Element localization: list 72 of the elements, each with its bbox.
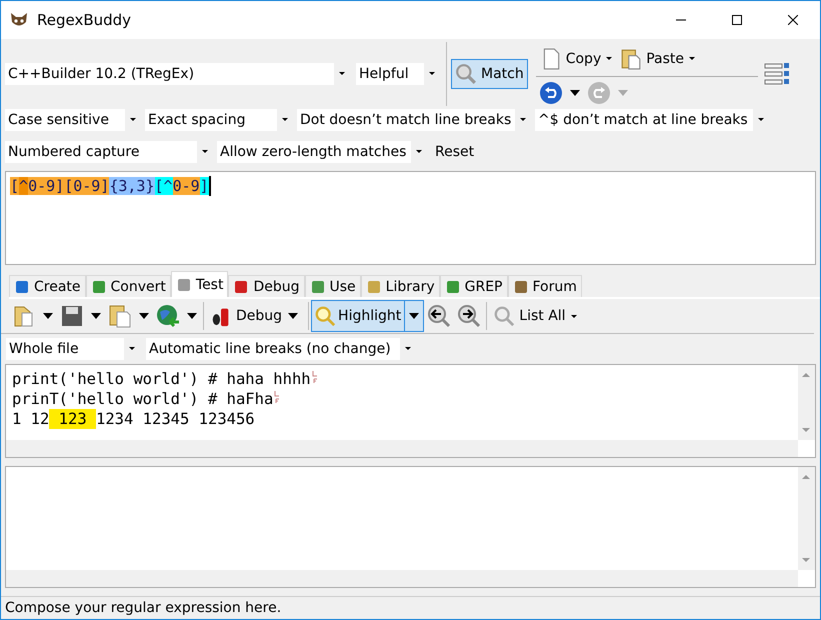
clipboard-icon xyxy=(620,48,642,70)
window-title: RegexBuddy xyxy=(37,11,132,29)
tab-icon xyxy=(176,276,192,292)
list-all-button[interactable]: List All xyxy=(489,301,581,331)
save-icon[interactable] xyxy=(60,304,84,328)
dropdown-arrow-icon[interactable] xyxy=(187,313,197,319)
previous-match-icon[interactable] xyxy=(427,304,452,328)
test-text: prinT('hello world') # haFha xyxy=(12,389,274,409)
tab-icon xyxy=(444,278,461,294)
tab-icon xyxy=(233,278,250,294)
caret-icon xyxy=(409,313,420,319)
scope-dropdown[interactable]: Whole file xyxy=(6,338,140,360)
undo-dropdown-icon[interactable] xyxy=(570,90,580,96)
search-icon xyxy=(493,305,516,327)
close-icon[interactable] xyxy=(788,15,798,25)
regex-token: 0-9] xyxy=(28,177,64,195)
tab-icon xyxy=(90,278,107,294)
tab-icon xyxy=(512,278,528,294)
vertical-scrollbar[interactable] xyxy=(798,467,815,570)
dropdown-arrow-icon[interactable] xyxy=(43,313,53,319)
vertical-scrollbar[interactable] xyxy=(798,365,815,440)
search-icon xyxy=(455,63,477,85)
regex-token: {3,3} xyxy=(109,177,154,195)
tab-icon xyxy=(14,278,30,294)
tab[interactable]: Test xyxy=(170,271,228,297)
tab[interactable]: GREP xyxy=(440,275,508,297)
checklist-icon[interactable] xyxy=(764,62,790,86)
status-text: Compose your regular expression here. xyxy=(5,600,282,616)
regex-token: [^ xyxy=(154,177,173,195)
test-text: print('hello world') # haha hhhh xyxy=(12,369,311,389)
tab[interactable]: Convert xyxy=(86,275,171,297)
globe-icon[interactable] xyxy=(156,304,180,328)
tab[interactable]: Use xyxy=(304,275,361,297)
match-highlight: 123 xyxy=(49,409,96,429)
next-match-icon[interactable] xyxy=(457,304,482,328)
dropdown-arrow-icon[interactable] xyxy=(91,313,101,319)
caret-icon xyxy=(288,313,298,319)
maximize-icon[interactable] xyxy=(732,15,742,25)
line-breaks-dropdown[interactable]: Automatic line breaks (no change) xyxy=(146,338,416,360)
text-cursor xyxy=(208,176,211,196)
helpfulness-dropdown[interactable]: Helpful xyxy=(356,63,440,85)
paste-button[interactable]: Paste xyxy=(616,44,700,74)
copy-button[interactable]: Copy xyxy=(536,44,616,74)
test-text: 1234 12345 123456 xyxy=(96,409,255,429)
horizontal-scrollbar[interactable] xyxy=(6,570,798,587)
flavor-dropdown[interactable]: C++Builder 10.2 (TRegEx) xyxy=(5,63,350,85)
search-icon xyxy=(314,305,336,327)
option-dropdown[interactable]: Dot doesn’t match line breaks xyxy=(297,109,531,131)
horizontal-scrollbar[interactable] xyxy=(6,440,798,457)
option-dropdown[interactable]: ^$ don’t match at line breaks xyxy=(535,109,769,131)
reset-button[interactable]: Reset xyxy=(431,141,478,163)
match-button[interactable]: Match xyxy=(451,59,528,89)
option-dropdown[interactable]: Allow zero-length matches xyxy=(217,141,427,163)
clipboard-icon[interactable] xyxy=(108,304,132,328)
option-dropdown[interactable]: Exact spacing xyxy=(145,109,293,131)
undo-icon[interactable] xyxy=(538,80,563,104)
highlight-button[interactable]: Highlight xyxy=(311,300,424,332)
tab[interactable]: Debug xyxy=(228,275,305,297)
test-text: 1 12 xyxy=(12,409,50,429)
regex-token: [0-9] xyxy=(64,177,110,195)
regex-token: [ xyxy=(10,177,20,195)
tab[interactable]: Forum xyxy=(508,275,582,297)
dropdown-arrow-icon[interactable] xyxy=(139,313,149,319)
option-dropdown[interactable]: Numbered capture xyxy=(5,141,213,163)
regex-token: 0-9 xyxy=(172,177,200,195)
tab[interactable]: Create xyxy=(9,275,86,297)
regex-token: ^ xyxy=(19,177,28,195)
option-dropdown[interactable]: Case sensitive xyxy=(5,109,141,131)
tab-icon xyxy=(366,278,382,294)
tab[interactable]: Library xyxy=(360,275,440,297)
tab-icon xyxy=(310,278,326,294)
debug-button[interactable]: Debug xyxy=(206,301,306,331)
